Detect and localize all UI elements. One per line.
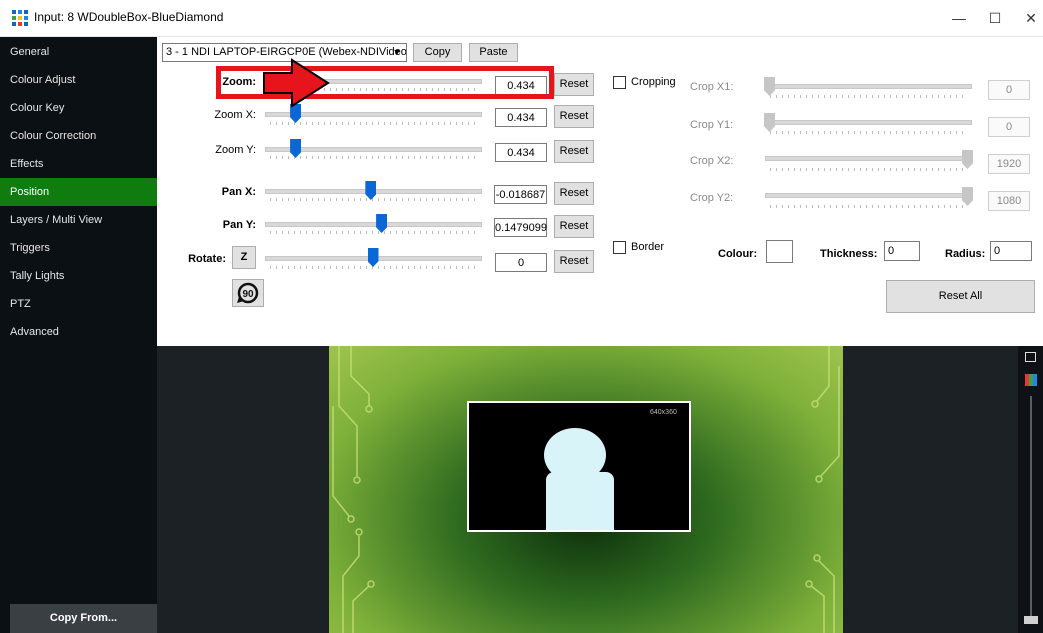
sidebar-item-colour-key[interactable]: Colour Key [0, 94, 157, 122]
rotate-value-field[interactable]: 0 [495, 253, 547, 272]
copy-button[interactable]: Copy [413, 43, 462, 62]
crop-y1-field: 0 [988, 117, 1030, 137]
crop-y1-label: Crop Y1: [690, 119, 734, 131]
crop-x1-field: 0 [988, 80, 1030, 100]
sidebar-item-general[interactable]: General [0, 38, 157, 66]
crop-x1-slider-track [765, 84, 972, 89]
chevron-down-icon: ▼ [392, 47, 402, 57]
cropping-label: Cropping [631, 76, 676, 88]
zoom-x-slider-ticks [270, 122, 475, 125]
color-bars-icon[interactable] [1025, 374, 1037, 386]
crop-y2-slider-track [765, 193, 972, 198]
zoom-y-value-field[interactable]: 0.434 [495, 143, 547, 162]
close-button[interactable]: ✕ [1021, 8, 1041, 28]
border-radius-label: Radius: [945, 248, 986, 260]
arrow-right-icon [263, 58, 330, 108]
paste-button[interactable]: Paste [469, 43, 518, 62]
pan-x-value-field[interactable]: -0.018687 [494, 185, 547, 204]
border-thickness-label: Thickness: [820, 248, 878, 260]
crop-y2-field: 1080 [988, 191, 1030, 211]
cropping-checkbox[interactable] [613, 76, 626, 89]
zoom-y-slider-ticks [270, 156, 475, 159]
sidebar-item-tally-lights[interactable]: Tally Lights [0, 262, 157, 290]
zoom-x-value-field[interactable]: 0.434 [495, 108, 547, 127]
crop-y2-slider-ticks [770, 205, 965, 208]
rotate-z-button[interactable]: Z [232, 246, 256, 269]
crop-x1-slider-ticks [770, 95, 965, 98]
zoom-y-label: Zoom Y: [215, 144, 256, 156]
source-select-value: 3 - 1 NDI LAPTOP-EIRGCP0E (Webex-NDIVide… [166, 46, 407, 58]
border-colour-label: Colour: [718, 248, 758, 260]
crop-x2-field: 1920 [988, 154, 1030, 174]
vmix-app-icon [12, 10, 28, 26]
pan-x-reset-button[interactable]: Reset [554, 182, 594, 205]
sidebar: General Colour Adjust Colour Key Colour … [0, 37, 157, 633]
sidebar-item-position[interactable]: Position [0, 178, 157, 206]
rotate-label: Rotate: [188, 253, 226, 265]
minimize-button[interactable]: — [949, 8, 969, 28]
window-title: Input: 8 WDoubleBox-BlueDiamond [34, 10, 224, 24]
sidebar-item-advanced[interactable]: Advanced [0, 318, 157, 346]
border-label: Border [631, 241, 665, 253]
sidebar-item-effects[interactable]: Effects [0, 150, 157, 178]
rotate-90-button[interactable]: 90 [232, 279, 264, 307]
rotate-90-icon: 90 [237, 282, 259, 304]
zoom-reset-button[interactable]: Reset [554, 73, 594, 96]
border-colour-swatch[interactable] [766, 240, 793, 263]
crop-x1-label: Crop X1: [690, 81, 734, 93]
sidebar-item-ptz[interactable]: PTZ [0, 290, 157, 318]
person-placeholder-body [546, 472, 614, 530]
zoom-y-reset-button[interactable]: Reset [554, 140, 594, 163]
title-bar: Input: 8 WDoubleBox-BlueDiamond — ☐ ✕ [0, 0, 1043, 37]
crop-y1-slider-ticks [770, 131, 965, 134]
zoom-x-label: Zoom X: [214, 109, 256, 121]
crop-x2-slider-ticks [770, 168, 965, 171]
border-radius-field[interactable]: 0 [990, 241, 1032, 261]
pan-y-label: Pan Y: [222, 219, 256, 231]
copy-from-button[interactable]: Copy From... [10, 604, 157, 633]
crop-y2-label: Crop Y2: [690, 192, 734, 204]
pan-y-value-field[interactable]: 0.1479099 [494, 218, 547, 237]
volume-meter-panel [1018, 346, 1043, 633]
pan-y-slider-track[interactable] [265, 222, 482, 227]
zoom-x-reset-button[interactable]: Reset [554, 105, 594, 128]
sidebar-item-layers-multi-view[interactable]: Layers / Multi View [0, 206, 157, 234]
rotate-reset-button[interactable]: Reset [554, 250, 594, 273]
inset-resolution-label: 640x360 [650, 409, 677, 416]
crop-x2-slider-track [765, 156, 972, 161]
monitor-icon[interactable] [1025, 352, 1036, 362]
volume-slider-thumb[interactable] [1024, 616, 1038, 624]
sidebar-item-triggers[interactable]: Triggers [0, 234, 157, 262]
sidebar-item-colour-correction[interactable]: Colour Correction [0, 122, 157, 150]
crop-y1-slider-track [765, 120, 972, 125]
sidebar-item-colour-adjust[interactable]: Colour Adjust [0, 66, 157, 94]
maximize-button[interactable]: ☐ [985, 8, 1005, 28]
pan-x-label: Pan X: [221, 186, 256, 198]
border-thickness-field[interactable]: 0 [884, 241, 920, 261]
pan-x-slider-ticks [270, 198, 475, 201]
pan-y-slider-ticks [270, 231, 475, 234]
pan-y-reset-button[interactable]: Reset [554, 215, 594, 238]
rotate-90-label: 90 [242, 289, 254, 300]
crop-x2-label: Crop X2: [690, 155, 734, 167]
border-checkbox[interactable] [613, 241, 626, 254]
volume-slider-track[interactable] [1030, 396, 1032, 620]
reset-all-button[interactable]: Reset All [886, 280, 1035, 313]
